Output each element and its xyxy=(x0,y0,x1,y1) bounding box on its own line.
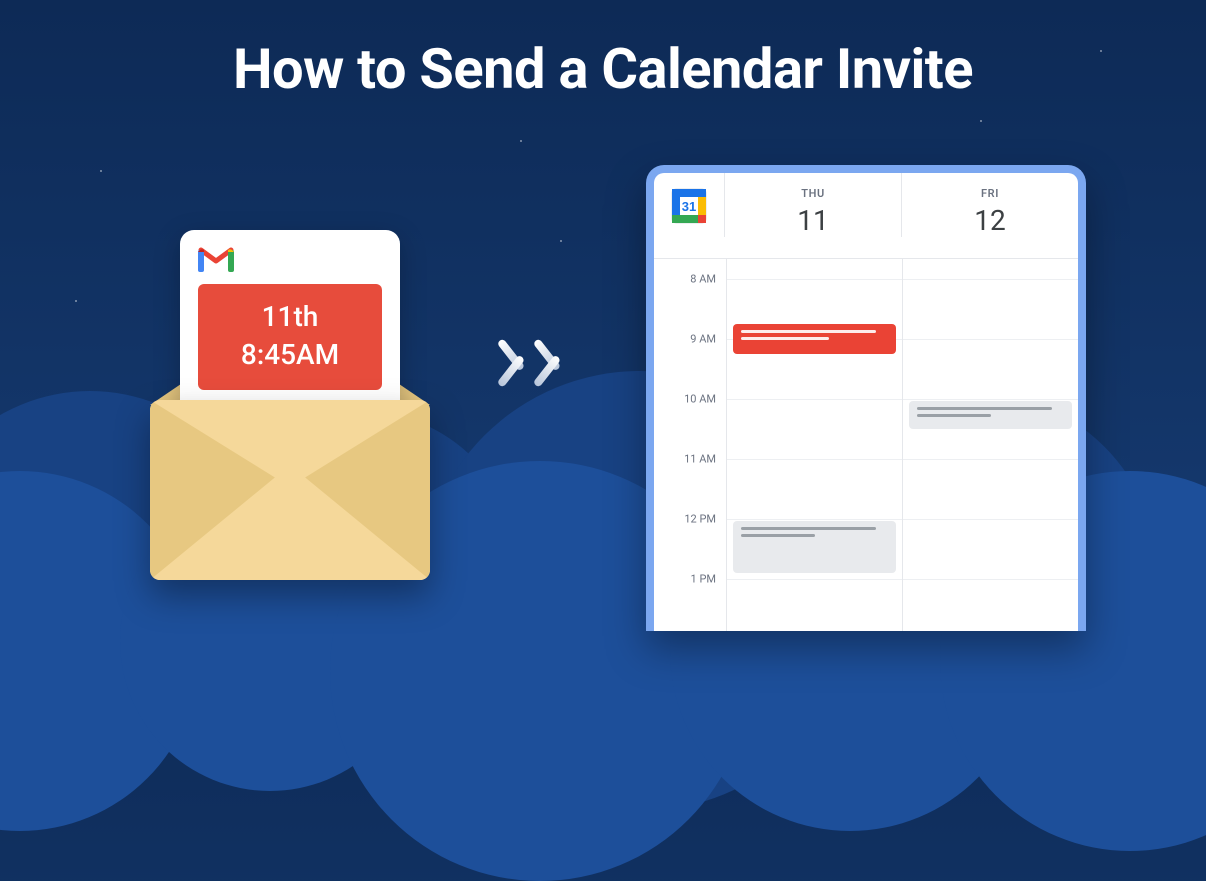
time-gutter: 8 AM 9 AM 10 AM 11 AM 12 PM 1 PM 2 PM xyxy=(654,259,726,631)
envelope-body xyxy=(150,400,430,580)
star xyxy=(100,170,102,172)
google-calendar-icon: 31 xyxy=(670,187,708,225)
event-grey xyxy=(909,401,1072,429)
day-column-thu xyxy=(726,259,902,631)
star xyxy=(560,240,562,242)
day-number: 12 xyxy=(902,204,1078,237)
invite-time: 8:45AM xyxy=(198,336,382,374)
day-header-thu: THU 11 xyxy=(724,173,901,237)
invite-time-card: 11th 8:45AM xyxy=(198,284,382,390)
calendar-header: 31 THU 11 FRI 12 xyxy=(654,173,1078,259)
star xyxy=(980,120,982,122)
envelope-illustration: 11th 8:45AM xyxy=(150,230,430,525)
day-of-week-label: FRI xyxy=(902,187,1078,200)
arrow-chevrons xyxy=(510,335,576,391)
calendar-panel: 31 THU 11 FRI 12 8 AM 9 AM 10 AM 11 AM 1… xyxy=(646,165,1086,631)
event-red xyxy=(733,324,896,354)
hour-label: 9 AM xyxy=(690,333,716,346)
day-columns xyxy=(726,259,1078,631)
star xyxy=(75,300,77,302)
invite-date: 11th xyxy=(198,298,382,336)
gmail-icon xyxy=(198,246,234,274)
day-of-week-label: THU xyxy=(725,187,901,200)
hour-label: 11 AM xyxy=(684,453,716,466)
day-header-fri: FRI 12 xyxy=(901,173,1078,237)
hour-label: 1 PM xyxy=(691,573,716,586)
hour-label: 10 AM xyxy=(684,393,716,406)
star xyxy=(520,140,522,142)
page-title: How to Send a Calendar Invite xyxy=(0,36,1206,102)
calendar-grid: 8 AM 9 AM 10 AM 11 AM 12 PM 1 PM 2 PM xyxy=(654,259,1078,631)
day-column-fri xyxy=(902,259,1078,631)
event-grey xyxy=(733,521,896,573)
calendar-icon-day: 31 xyxy=(682,199,696,214)
hour-label: 8 AM xyxy=(690,273,716,286)
chevron-right-icon xyxy=(546,335,576,391)
day-number: 11 xyxy=(725,204,901,237)
hour-label: 12 PM xyxy=(684,513,716,526)
